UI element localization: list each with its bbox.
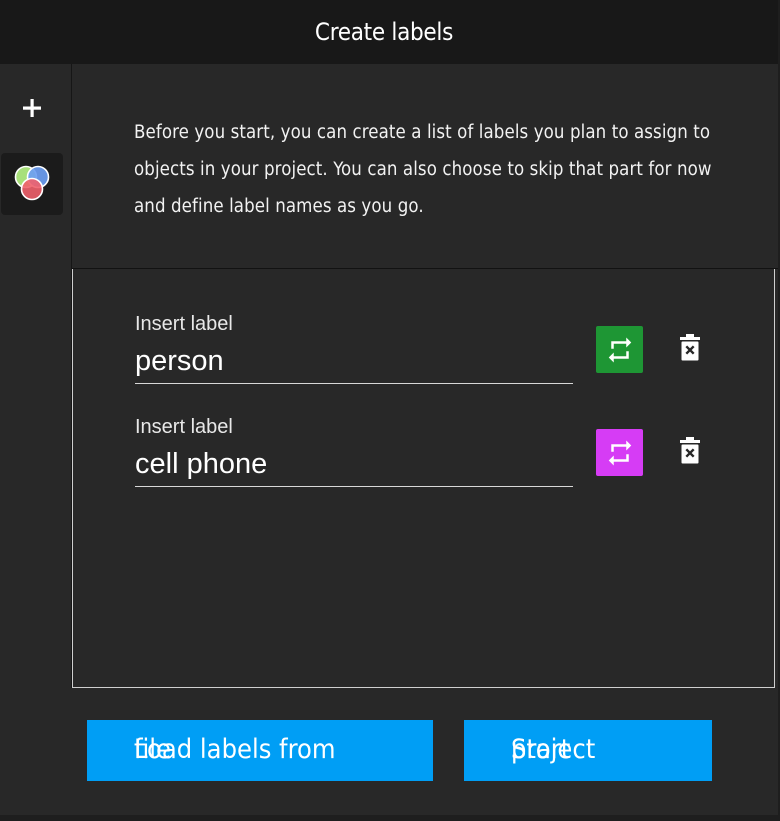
start-button-text-b: project xyxy=(511,734,596,765)
sidebar xyxy=(0,64,72,688)
label-row: Insert label xyxy=(135,313,715,403)
labels-list: Insert label Insert label xyxy=(72,269,775,688)
description-panel: Before you start, you can create a list … xyxy=(72,64,778,269)
delete-icon xyxy=(680,334,700,361)
label-caption: Insert label xyxy=(135,313,233,335)
repeat-icon xyxy=(608,440,631,465)
repeat-icon xyxy=(608,337,631,362)
labels-tab[interactable] xyxy=(1,153,63,215)
create-labels-dialog: Create labels Before you start, you can … xyxy=(0,0,778,815)
add-button[interactable] xyxy=(15,91,49,125)
dialog-footer: file Load labels from Start project xyxy=(0,689,778,815)
delete-icon xyxy=(680,437,700,464)
label-color-button[interactable] xyxy=(596,429,643,476)
load-labels-button[interactable]: file Load labels from xyxy=(87,720,433,781)
load-button-text-b: Load labels from xyxy=(134,734,336,765)
label-input[interactable] xyxy=(135,339,573,384)
start-project-button[interactable]: Start project xyxy=(464,720,712,781)
intro-text: Before you start, you can create a list … xyxy=(134,122,712,217)
delete-label-button[interactable] xyxy=(675,434,705,468)
label-row: Insert label xyxy=(135,416,715,506)
delete-label-button[interactable] xyxy=(675,331,705,365)
color-circles-icon xyxy=(14,165,50,201)
label-caption: Insert label xyxy=(135,416,233,438)
label-color-button[interactable] xyxy=(596,326,643,373)
label-input[interactable] xyxy=(135,442,573,487)
plus-icon xyxy=(23,99,41,117)
dialog-title: Create labels xyxy=(314,18,454,46)
dialog-header: Create labels xyxy=(0,0,778,64)
